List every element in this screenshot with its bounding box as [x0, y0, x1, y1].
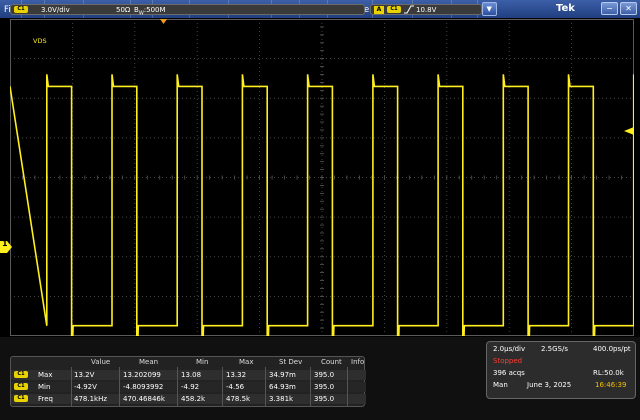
date: June 3, 2025	[527, 381, 572, 389]
minimize-icon: −	[606, 4, 613, 13]
measurement-row-freq[interactable]: C1 Freq 478.1kHz 470.46846k 458.2k 478.5…	[11, 394, 366, 404]
rising-edge-icon	[404, 5, 414, 16]
acquisition-state: Stopped	[493, 357, 523, 365]
header-max: Max	[239, 358, 254, 366]
trigger-position-marker	[160, 19, 167, 24]
record-length: RL:50.0k	[593, 369, 624, 377]
measurement-max: -4.56	[226, 383, 245, 391]
header-mean: Mean	[139, 358, 159, 366]
horizontal-scale: 2.0µs/div	[493, 345, 526, 353]
column-divider	[222, 367, 223, 407]
waveform-display[interactable]	[10, 19, 634, 336]
ch1-ground-marker-label: 1	[2, 239, 8, 248]
bandwidth-value: :500M	[143, 6, 166, 14]
header-count: Count	[321, 358, 342, 366]
measurement-source-badge: C1	[14, 371, 28, 378]
time-resolution: 400.0ps/pt	[593, 345, 631, 353]
trigger-level: 10.8V	[416, 6, 437, 14]
bandwidth-readout: BW:500M	[134, 6, 166, 16]
close-button[interactable]: ✕	[620, 2, 637, 15]
measurement-header-row: Value Mean Min Max St Dev Count Info	[11, 357, 366, 367]
measurement-value: 478.1kHz	[74, 395, 108, 403]
column-divider	[310, 367, 311, 407]
trigger-source-badge: C1	[387, 6, 401, 13]
measurement-stdev: 3.381k	[269, 395, 294, 403]
graticule-grid	[10, 19, 634, 336]
input-impedance: 50Ω	[116, 6, 131, 14]
measurement-max: 13.32	[226, 371, 247, 379]
minimize-button[interactable]: −	[601, 2, 618, 15]
measurement-row-min[interactable]: C1 Min -4.92V -4.8093992 -4.92 -4.56 64.…	[11, 382, 366, 392]
trace-label: VDS	[33, 37, 47, 45]
column-divider	[347, 367, 348, 407]
window-controls: − ✕	[601, 2, 637, 15]
column-divider	[71, 367, 72, 407]
measurement-source-badge: C1	[14, 395, 28, 402]
measurement-value: -4.92V	[74, 383, 97, 391]
measurement-name: Max	[38, 371, 53, 379]
triangle-down-icon: ▼	[486, 5, 492, 13]
measurement-table[interactable]: Value Mean Min Max St Dev Count Info C1 …	[10, 356, 366, 407]
acquisition-count: 396 acqs	[493, 369, 525, 377]
graticule-svg	[10, 19, 634, 336]
measurement-min: 13.08	[181, 371, 202, 379]
measurement-count: 395.0	[314, 395, 335, 403]
trigger-readout[interactable]: A C1 10.8V	[370, 4, 482, 15]
measurement-mean: 470.46846k	[123, 395, 165, 403]
ch1-ground-marker[interactable]: 1	[0, 238, 12, 253]
clock-time: 16:46:39	[595, 381, 627, 389]
measurement-row-max[interactable]: C1 Max 13.2V 13.202099 13.08 13.32 34.97…	[11, 370, 366, 380]
close-icon: ✕	[625, 4, 632, 13]
measurement-name: Freq	[38, 395, 53, 403]
column-divider	[119, 367, 120, 407]
header-info: Info	[351, 358, 365, 366]
brand-logo: Tek	[556, 3, 575, 14]
measurement-count: 395.0	[314, 371, 335, 379]
header-value: Value	[91, 358, 111, 366]
trigger-level-arrow[interactable]	[624, 127, 634, 135]
header-min: Min	[196, 358, 209, 366]
column-divider	[265, 367, 266, 407]
trigger-a-icon: A	[374, 6, 384, 14]
sample-rate: 2.5GS/s	[541, 345, 569, 353]
ch1-badge: C1	[14, 6, 28, 13]
measurement-name: Min	[38, 383, 51, 391]
measurement-value: 13.2V	[74, 371, 95, 379]
header-stdev: St Dev	[279, 358, 303, 366]
measurement-min: -4.92	[181, 383, 200, 391]
measurement-min: 458.2k	[181, 395, 206, 403]
measurement-count: 395.0	[314, 383, 335, 391]
acquisition-mode: Man	[493, 381, 508, 389]
measurement-mean: -4.8093992	[123, 383, 164, 391]
channel-setup-readout[interactable]: C1 3.0V/div 50Ω BW:500M	[10, 4, 365, 16]
menu-dropdown-button[interactable]: ▼	[481, 2, 497, 16]
column-divider	[177, 367, 178, 407]
measurement-max: 478.5k	[226, 395, 251, 403]
timebase-readout[interactable]: 2.0µs/div 2.5GS/s 400.0ps/pt Stopped 396…	[486, 341, 636, 399]
measurement-stdev: 64.93m	[269, 383, 296, 391]
measurement-source-badge: C1	[14, 383, 28, 390]
vertical-scale: 3.0V/div	[41, 6, 70, 14]
measurement-mean: 13.202099	[123, 371, 161, 379]
measurement-stdev: 34.97m	[269, 371, 296, 379]
